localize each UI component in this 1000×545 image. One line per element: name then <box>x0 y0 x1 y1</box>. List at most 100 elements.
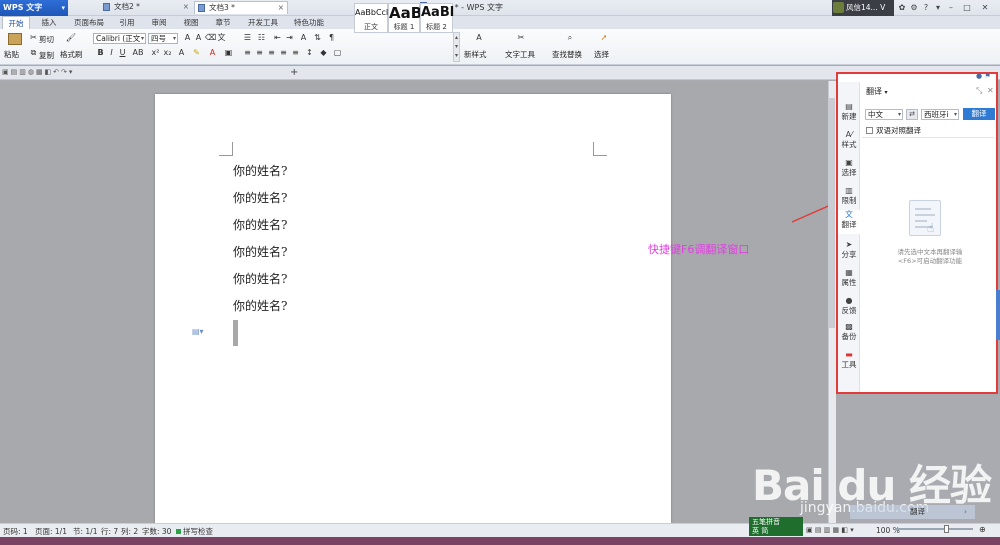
distribute-icon[interactable]: ≡ <box>290 48 301 58</box>
increase-indent-icon[interactable]: ⇥ <box>284 33 295 43</box>
select-button[interactable]: 选择 <box>594 49 609 60</box>
zoom-in-icon[interactable]: ⊕ <box>979 525 986 534</box>
minimize-icon[interactable]: – <box>946 2 956 14</box>
panel-resize-handle[interactable] <box>996 290 1000 340</box>
status-word-count[interactable]: 字数: 30 <box>142 526 171 537</box>
paste-button[interactable]: 粘贴 <box>4 49 19 60</box>
sidebar-item-backup[interactable]: ▩ 备份 <box>838 322 860 342</box>
bilingual-checkbox[interactable]: 双语对照翻译 <box>866 125 921 136</box>
tab-special[interactable]: 特色功能 <box>290 16 328 29</box>
view-mode-icons[interactable]: ▣ ▤ ▥ ▦ ◧ ▾ <box>806 526 854 534</box>
decrease-indent-icon[interactable]: ⇤ <box>272 33 283 43</box>
sidebar-item-share[interactable]: ➤ 分享 <box>838 240 860 260</box>
bold-icon[interactable]: B <box>95 48 106 58</box>
new-style-icon[interactable]: A <box>472 33 486 43</box>
zoom-slider[interactable] <box>895 528 973 530</box>
doc-line[interactable]: 你的姓名? <box>233 162 287 179</box>
tab-insert[interactable]: 插入 <box>36 16 62 29</box>
sidebar-item-property[interactable]: ▦ 属性 <box>838 268 860 288</box>
doc-line[interactable]: 你的姓名? <box>233 270 287 287</box>
font-size-select[interactable]: 四号 <box>148 33 178 44</box>
format-painter-icon[interactable]: 🖌 <box>64 33 78 45</box>
shrink-font-icon[interactable]: A <box>193 33 204 43</box>
text-tools-icon[interactable]: ✂ <box>514 33 528 43</box>
doc-line[interactable]: 你的姓名? <box>233 297 287 314</box>
align-right-icon[interactable]: ≡ <box>266 48 277 58</box>
line-spacing-icon[interactable]: ↕ <box>304 48 315 58</box>
font-color-icon[interactable]: A <box>207 48 218 58</box>
bullet-list-icon[interactable]: ☰ <box>242 33 253 43</box>
style-normal[interactable]: AaBbCcI 正文 <box>354 3 388 33</box>
skin-icon[interactable]: ✿ <box>897 2 907 14</box>
copy-button[interactable]: 复制 <box>39 50 54 61</box>
copy-icon[interactable]: ⧉ <box>28 48 39 58</box>
align-left-icon[interactable]: ≡ <box>242 48 253 58</box>
tab-home[interactable]: 开始 <box>2 16 30 29</box>
close-icon[interactable]: ✕ <box>987 86 994 95</box>
doc-line[interactable]: 你的姓名? <box>233 216 287 233</box>
font-family-select[interactable]: Calibri (正文 <box>93 33 146 44</box>
underline-icon[interactable]: U <box>117 48 128 58</box>
tab-page-layout[interactable]: 页面布局 <box>70 16 108 29</box>
sidebar-item-new[interactable]: ▤ 新建 <box>838 102 860 122</box>
format-painter-button[interactable]: 格式刷 <box>60 49 83 60</box>
binoculars-icon[interactable]: ⌕ <box>563 33 577 43</box>
help-icon[interactable]: ? <box>921 2 931 14</box>
char-shading-icon[interactable]: ▣ <box>223 48 234 58</box>
grow-font-icon[interactable]: A <box>182 33 193 43</box>
scrollbar-thumb[interactable] <box>829 98 835 328</box>
quick-access-toolbar[interactable]: ▣▤▥◍▦◧↶↷▾ <box>2 68 92 78</box>
swap-languages-icon[interactable]: ⇄ <box>906 109 918 120</box>
target-language-select[interactable]: 西班牙i <box>921 109 959 120</box>
justify-icon[interactable]: ≡ <box>278 48 289 58</box>
tab-references[interactable]: 引用 <box>114 16 140 29</box>
scissors-icon[interactable]: ✂ <box>28 33 39 43</box>
sort-icon[interactable]: ⇅ <box>312 33 323 43</box>
pinyin-icon[interactable]: 文 <box>216 33 227 43</box>
new-tab-icon[interactable]: + <box>290 67 298 78</box>
sidebar-item-tools[interactable]: ▬ 工具 <box>838 350 860 370</box>
tab-developer[interactable]: 开发工具 <box>244 16 282 29</box>
tab-review[interactable]: 审阅 <box>146 16 172 29</box>
doc-line[interactable]: 你的姓名? <box>233 243 287 260</box>
style-heading2[interactable]: AaBl 标题 2 <box>420 3 454 33</box>
panel-account-icon[interactable]: ● ⚑ <box>976 72 991 80</box>
paste-icon[interactable] <box>8 33 22 45</box>
translate-title[interactable]: 翻译 ▾ <box>866 86 888 97</box>
tab-chapter[interactable]: 章节 <box>210 16 236 29</box>
close-tab-icon[interactable]: × <box>183 1 189 13</box>
settings-icon[interactable]: ⚙ <box>909 2 919 14</box>
numbered-list-icon[interactable]: ☷ <box>256 33 267 43</box>
styles-scroll[interactable]: ▴ ▾ ▾ <box>453 32 460 62</box>
superscript-icon[interactable]: x² <box>150 48 161 58</box>
doc-tab-2[interactable]: 文档2 * × <box>100 1 192 14</box>
close-icon[interactable]: ✕ <box>980 2 990 14</box>
options-icon[interactable]: ▾ <box>933 2 943 14</box>
sidebar-item-translate[interactable]: 文翻译 <box>838 210 860 234</box>
borders-icon[interactable]: ▢ <box>332 48 343 58</box>
source-language-select[interactable]: 中文 <box>865 109 903 120</box>
text-tools-button[interactable]: 文字工具 <box>505 49 535 60</box>
clear-format-icon[interactable]: ⌫ <box>205 33 216 43</box>
cursor-icon[interactable]: ➚ <box>597 33 611 43</box>
input-method-bar[interactable]: 五笔拼音英 简 <box>749 517 803 536</box>
sidebar-item-select[interactable]: ▣ 选择 <box>838 158 860 178</box>
text-effect-icon[interactable]: A <box>176 48 187 58</box>
spell-check-toggle[interactable]: 拼写检查 <box>176 526 213 537</box>
maximize-icon[interactable]: □ <box>962 2 972 14</box>
subscript-icon[interactable]: x₂ <box>162 48 173 58</box>
new-style-button[interactable]: 新样式 <box>464 49 487 60</box>
chinese-layout-icon[interactable]: A <box>298 33 309 43</box>
close-tab-icon[interactable]: × <box>278 2 284 14</box>
sidebar-item-restrict[interactable]: ▥ 限制 <box>838 186 860 206</box>
doc-tab-3[interactable]: 文档3 * × <box>194 1 288 14</box>
sidebar-item-style[interactable]: A⁄ 样式 <box>838 130 860 150</box>
expand-icon[interactable]: ⤡ <box>976 86 982 96</box>
italic-icon[interactable]: I <box>106 48 117 58</box>
paragraph-shading-icon[interactable]: ◆ <box>318 48 329 58</box>
zoom-slider-handle[interactable] <box>944 525 949 533</box>
align-center-icon[interactable]: ≡ <box>254 48 265 58</box>
app-menu-button[interactable]: WPS 文字 ▾ <box>0 0 68 16</box>
translate-button[interactable]: 翻译 <box>963 108 995 120</box>
find-replace-button[interactable]: 查找替换 <box>552 49 582 60</box>
